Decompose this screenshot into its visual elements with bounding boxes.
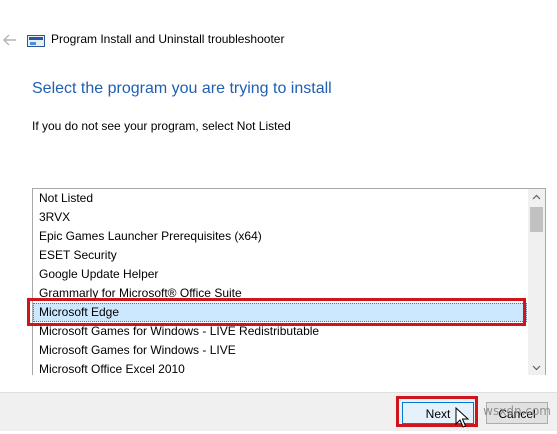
back-arrow-icon[interactable] [2, 32, 18, 48]
program-list-item[interactable]: Microsoft Office Excel 2010 [33, 360, 527, 375]
instruction-text: If you do not see your program, select N… [32, 119, 291, 133]
troubleshooter-icon [27, 34, 45, 47]
scroll-down-arrow-icon[interactable] [528, 359, 545, 375]
program-list-item[interactable]: Microsoft Games for Windows - LIVE [33, 341, 527, 360]
program-list-item[interactable]: ESET Security [33, 246, 527, 265]
program-listbox[interactable]: Not Listed 3RVX Epic Games Launcher Prereq… [32, 188, 546, 375]
program-list-item[interactable]: 3RVX [33, 208, 527, 227]
program-list-item[interactable]: Not Listed [33, 189, 527, 208]
mouse-pointer-icon [455, 406, 471, 429]
program-list-item[interactable]: Epic Games Launcher Prerequisites (x64) [33, 227, 527, 246]
scroll-thumb[interactable] [530, 207, 543, 232]
program-list: Not Listed 3RVX Epic Games Launcher Prereq… [33, 189, 527, 375]
scroll-up-arrow-icon[interactable] [528, 189, 545, 206]
page-heading: Select the program you are trying to ins… [32, 80, 332, 97]
watermark-text: wsxdn.com [483, 404, 551, 418]
vertical-scrollbar[interactable] [528, 189, 545, 375]
program-list-item[interactable]: Google Update Helper [33, 265, 527, 284]
window-title: Program Install and Uninstall troublesho… [51, 32, 285, 46]
title-bar: Program Install and Uninstall troublesho… [0, 24, 557, 56]
selection-annotation-box [27, 298, 526, 326]
